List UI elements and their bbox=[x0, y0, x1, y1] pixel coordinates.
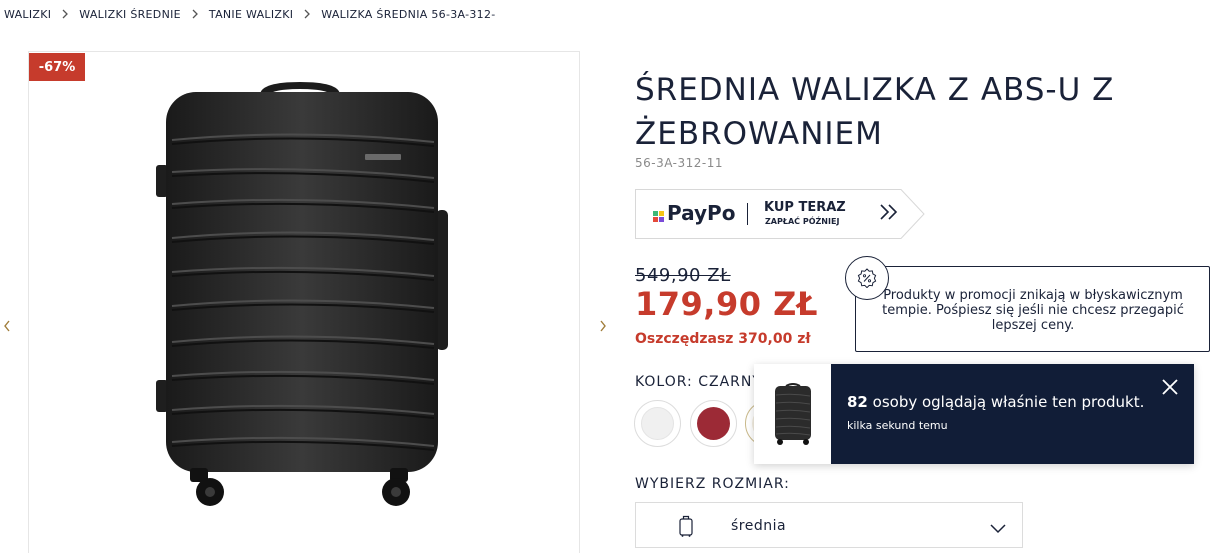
size-select-value: średnia bbox=[731, 518, 787, 534]
gallery-next-arrow-icon[interactable] bbox=[596, 316, 610, 336]
viewers-notification: 82 osoby oglądają właśnie ten produkt. k… bbox=[754, 364, 1194, 464]
size-label: WYBIERZ ROZMIAR: bbox=[635, 476, 790, 492]
old-price: 549,90 ZŁ bbox=[635, 265, 731, 286]
viewers-text: osoby oglądają właśnie ten produkt. bbox=[867, 393, 1145, 411]
notification-product-thumbnail bbox=[754, 364, 831, 464]
product-image[interactable] bbox=[150, 80, 450, 520]
breadcrumb-item-tanie-walizki[interactable]: TANIE WALIZKI bbox=[209, 8, 293, 21]
suitcase-icon bbox=[679, 515, 693, 541]
chevron-right-icon bbox=[51, 9, 79, 19]
notification-time: kilka sekund temu bbox=[847, 419, 948, 432]
promo-tooltip: Produkty w promocji znikają w błyskawicz… bbox=[845, 256, 1210, 352]
color-label: KOLOR: CZARNY bbox=[635, 374, 762, 390]
size-select[interactable]: średnia bbox=[635, 502, 1023, 548]
current-price: 179,90 ZŁ bbox=[635, 285, 818, 323]
breadcrumb-item-current: WALIZKA ŚREDNIA 56-3A-312- bbox=[321, 7, 496, 21]
chevron-right-icon bbox=[293, 9, 321, 19]
savings-text: Oszczędzasz 370,00 zł bbox=[635, 331, 811, 347]
color-swatch-burgundy[interactable] bbox=[690, 400, 737, 447]
viewers-count: 82 bbox=[847, 393, 868, 411]
paypo-brand: PayPo bbox=[667, 201, 736, 225]
paypo-subtext: ZAPŁAĆ PÓŹNIEJ bbox=[765, 217, 840, 226]
close-icon[interactable] bbox=[1159, 376, 1181, 398]
notification-message: 82 osoby oglądają właśnie ten produkt. bbox=[847, 393, 1144, 411]
double-chevron-right-icon bbox=[879, 201, 899, 229]
paypo-banner[interactable]: PayPo KUP TERAZ ZAPŁAĆ PÓŹNIEJ bbox=[635, 189, 925, 239]
breadcrumb: WALIZKI WALIZKI ŚREDNIE TANIE WALIZKI WA… bbox=[4, 6, 496, 22]
product-sku: 56-3A-312-11 bbox=[635, 156, 724, 170]
paypo-divider bbox=[747, 203, 748, 225]
discount-badge: -67% bbox=[29, 53, 85, 81]
swatch-fill bbox=[697, 407, 730, 440]
color-swatch-white[interactable] bbox=[634, 400, 681, 447]
breadcrumb-item-walizki[interactable]: WALIZKI bbox=[4, 8, 51, 21]
product-title: ŚREDNIA WALIZKA Z ABS-U Z ŻEBROWANIEM bbox=[635, 72, 1115, 152]
paypo-logo-dots-icon bbox=[653, 210, 664, 222]
gallery-prev-arrow-icon[interactable] bbox=[0, 316, 14, 336]
paypo-cta: KUP TERAZ bbox=[764, 200, 846, 215]
swatch-fill bbox=[641, 407, 674, 440]
breadcrumb-item-walizki-srednie[interactable]: WALIZKI ŚREDNIE bbox=[79, 8, 181, 21]
chevron-down-icon bbox=[990, 519, 1006, 538]
promo-text: Produkty w promocji znikają w błyskawicz… bbox=[882, 288, 1184, 333]
chevron-right-icon bbox=[181, 9, 209, 19]
paypo-logo: PayPo bbox=[653, 201, 735, 225]
notification-body: 82 osoby oglądają właśnie ten produkt. k… bbox=[831, 364, 1194, 464]
